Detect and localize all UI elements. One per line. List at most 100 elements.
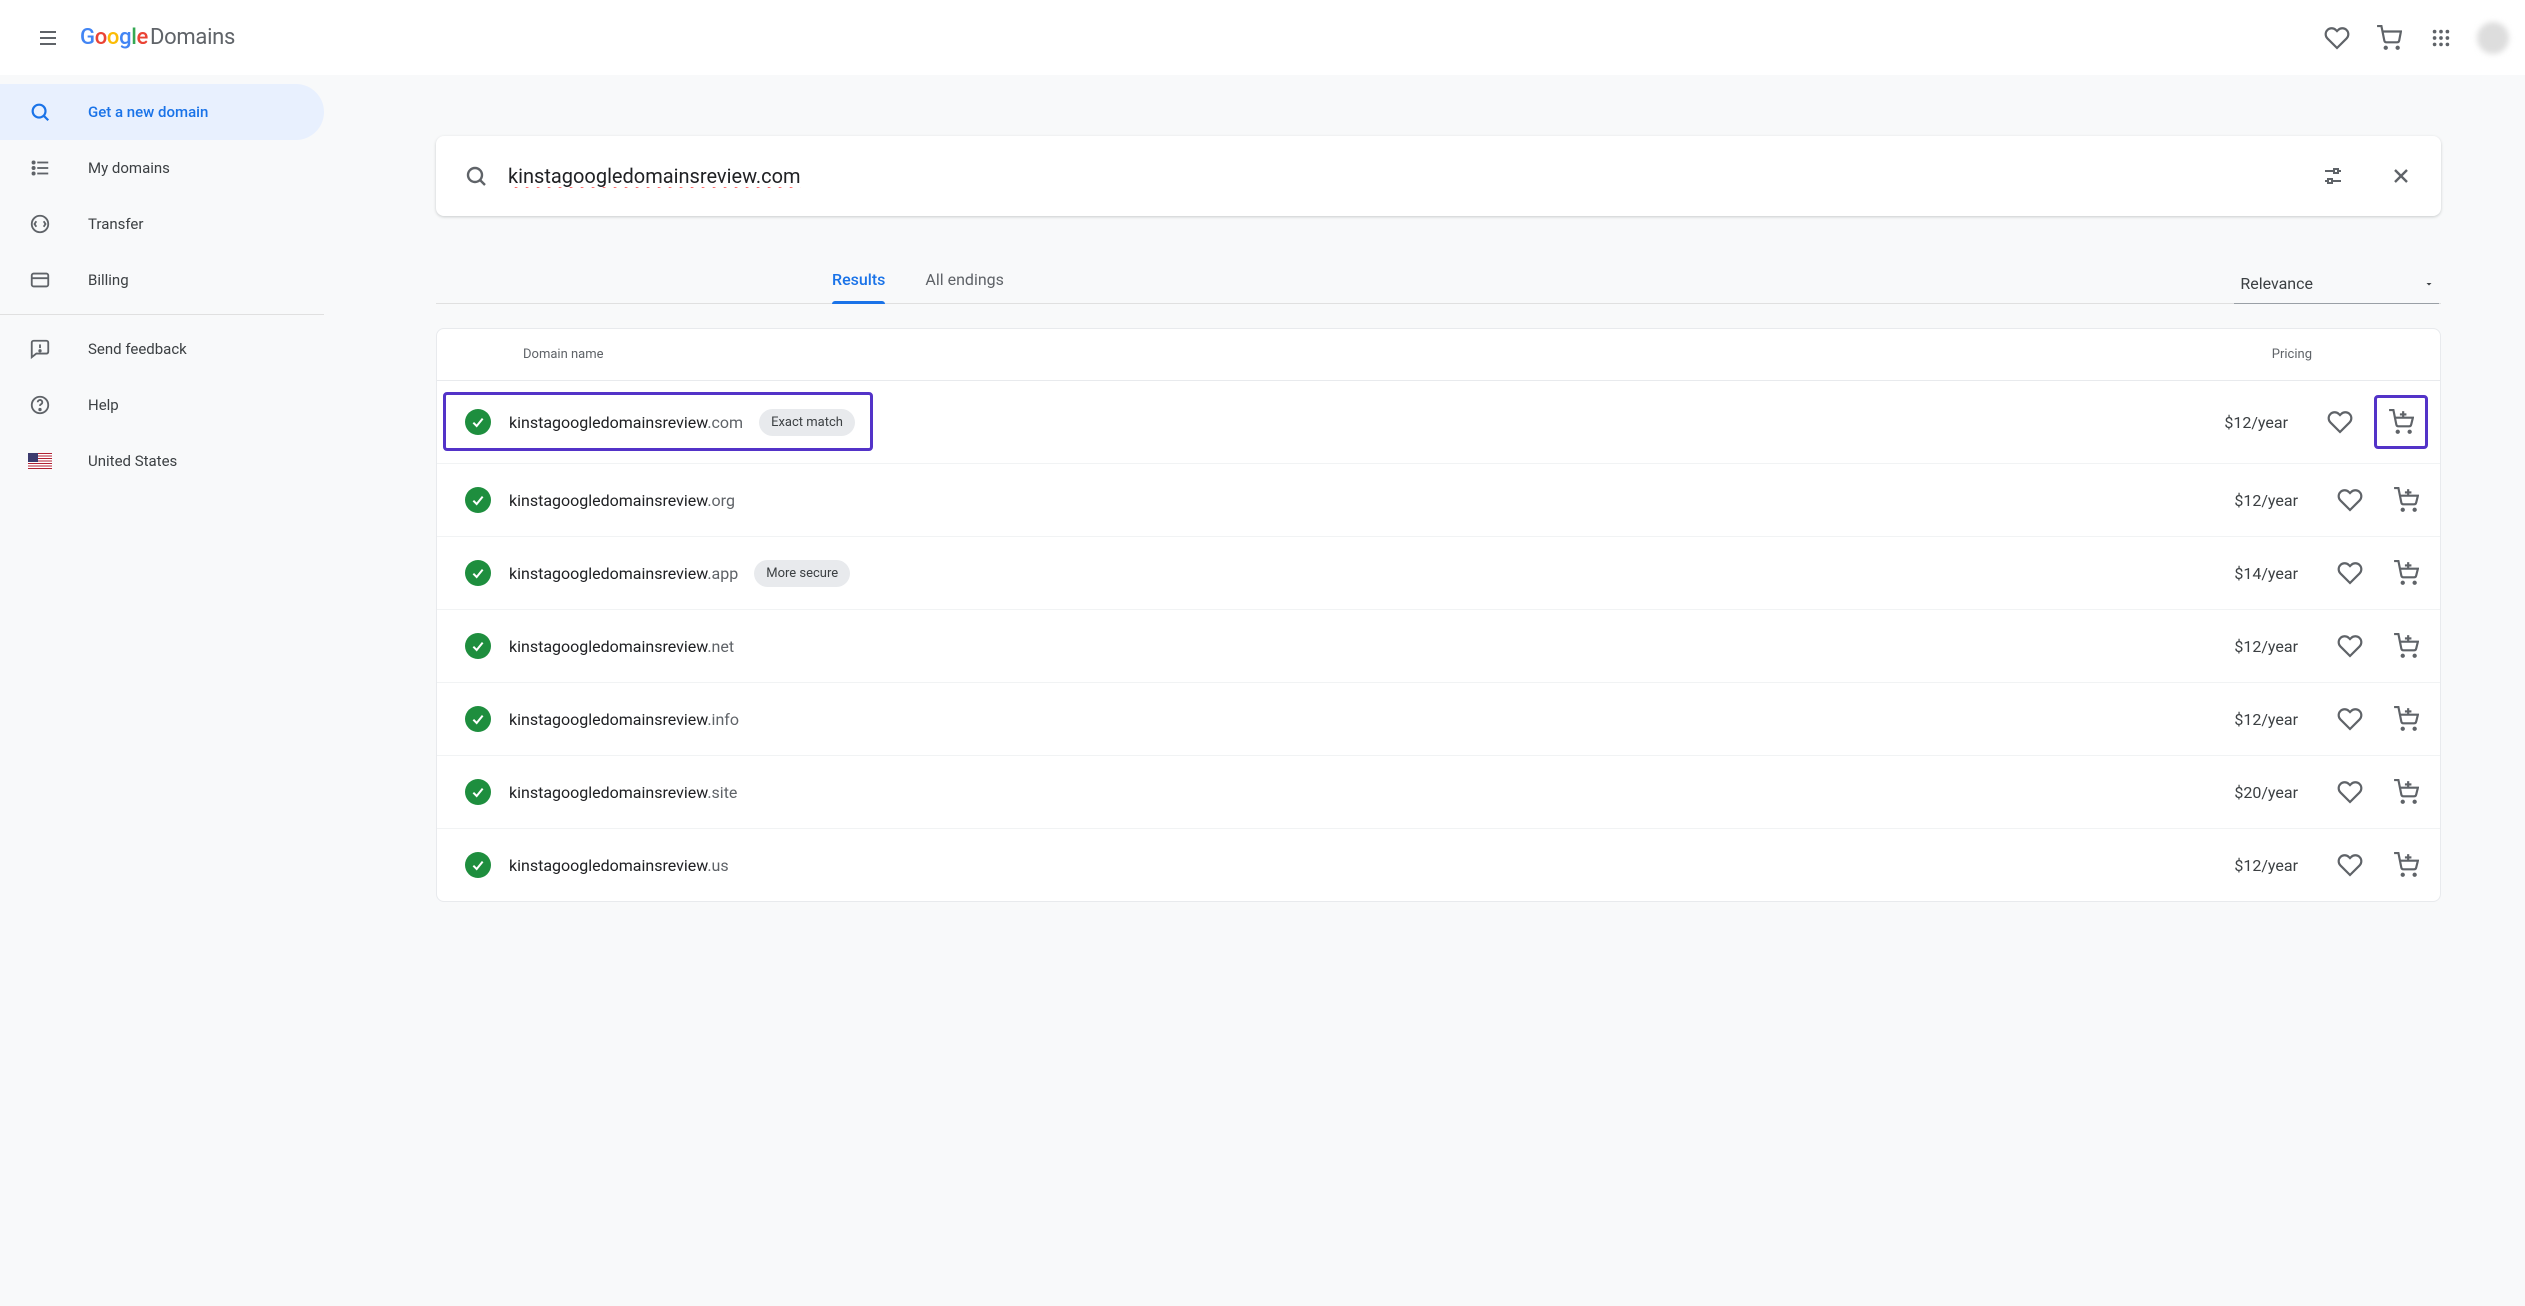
domain-name: kinstagoogledomainsreview.net (509, 637, 734, 656)
filter-button[interactable] (2309, 152, 2357, 200)
add-to-cart-button[interactable] (2384, 551, 2428, 595)
account-avatar[interactable] (2477, 22, 2509, 54)
add-to-cart-button[interactable] (2384, 478, 2428, 522)
add-to-cart-button[interactable] (2384, 770, 2428, 814)
domain-name: kinstagoogledomainsreview.site (509, 783, 737, 802)
result-row[interactable]: kinstagoogledomainsreview.net$12/year (437, 610, 2440, 683)
favorite-button[interactable] (2328, 770, 2372, 814)
favorite-button[interactable] (2328, 697, 2372, 741)
logo[interactable]: Google Domains (80, 25, 235, 50)
add-to-cart-button[interactable] (2384, 697, 2428, 741)
cart-button[interactable] (2365, 14, 2413, 62)
available-check-icon (465, 852, 491, 878)
tab-all-endings[interactable]: All endings (925, 258, 1004, 303)
highlight-box (2374, 395, 2428, 449)
product-name: Domains (150, 25, 235, 50)
favorite-button[interactable] (2328, 551, 2372, 595)
add-to-cart-button[interactable] (2379, 400, 2423, 444)
sort-select[interactable]: Relevance (2234, 268, 2439, 304)
heart-icon (2337, 852, 2363, 878)
price: $20/year (2234, 783, 2298, 802)
sidebar-item-label: Get a new domain (88, 103, 208, 121)
result-row[interactable]: kinstagoogledomainsreview.app More secure… (437, 537, 2440, 610)
flag-icon (28, 453, 52, 469)
add-cart-icon (2393, 487, 2419, 513)
add-cart-icon (2388, 409, 2414, 435)
list-icon (28, 157, 52, 179)
more_secure-chip: More secure (754, 560, 850, 587)
sidebar-item-region[interactable]: United States (0, 433, 324, 489)
menu-button[interactable] (24, 14, 72, 62)
exact_match-chip: Exact match (759, 409, 855, 436)
result-row[interactable]: kinstagoogledomainsreview.org$12/year (437, 464, 2440, 537)
domain-name: kinstagoogledomainsreview.info (509, 710, 739, 729)
header: Google Domains (0, 0, 2525, 76)
add-to-cart-button[interactable] (2384, 843, 2428, 887)
cart-icon (2376, 25, 2402, 51)
credit-card-icon (28, 269, 52, 291)
transfer-icon (28, 213, 52, 235)
available-check-icon (465, 560, 491, 586)
tune-icon (2321, 164, 2345, 188)
add-cart-icon (2393, 779, 2419, 805)
clear-search-button[interactable] (2377, 152, 2425, 200)
tab-results[interactable]: Results (832, 258, 885, 303)
result-row[interactable]: kinstagoogledomainsreview.us $12/year (437, 829, 2440, 901)
tabs-row: Results All endings Relevance (436, 258, 2441, 304)
add-to-cart-button[interactable] (2384, 624, 2428, 668)
favorite-button[interactable] (2328, 478, 2372, 522)
sidebar-item-label: My domains (88, 159, 170, 177)
result-row[interactable]: kinstagoogledomainsreview.info $12/year (437, 683, 2440, 756)
price: $14/year (2234, 564, 2298, 583)
available-check-icon (465, 487, 491, 513)
favorite-button[interactable] (2328, 624, 2372, 668)
help-icon (28, 394, 52, 416)
add-cart-icon (2393, 706, 2419, 732)
result-row[interactable]: kinstagoogledomainsreview.site $20/year (437, 756, 2440, 829)
heart-icon (2337, 779, 2363, 805)
price: $12/year (2234, 710, 2298, 729)
domain-name: kinstagoogledomainsreview.com (509, 413, 743, 432)
sidebar: Get a new domain My domains Transfer Bil… (0, 76, 324, 1306)
results-card: Domain name Pricing kinstagoogledomainsr… (436, 328, 2441, 902)
sidebar-item-my-domains[interactable]: My domains (0, 140, 324, 196)
available-check-icon (465, 409, 491, 435)
search-icon (464, 164, 488, 188)
sidebar-item-label: Billing (88, 271, 129, 289)
sidebar-item-help[interactable]: Help (0, 377, 324, 433)
heart-icon (2337, 487, 2363, 513)
sidebar-item-label: United States (88, 452, 177, 470)
results-header: Domain name Pricing (437, 329, 2440, 381)
chevron-down-icon (2423, 278, 2435, 290)
domain-name: kinstagoogledomainsreview.app (509, 564, 738, 583)
domain-search-input[interactable] (508, 164, 2289, 188)
apps-button[interactable] (2417, 14, 2465, 62)
sidebar-item-label: Help (88, 396, 119, 414)
sort-label: Relevance (2240, 274, 2313, 293)
close-icon (2389, 164, 2413, 188)
column-domain: Domain name (523, 347, 604, 362)
price: $12/year (2234, 856, 2298, 875)
heart-icon (2337, 560, 2363, 586)
favorites-button[interactable] (2313, 14, 2361, 62)
favorite-button[interactable] (2318, 400, 2362, 444)
sidebar-item-transfer[interactable]: Transfer (0, 196, 324, 252)
price: $12/year (2224, 413, 2288, 432)
sidebar-item-get-new-domain[interactable]: Get a new domain (0, 84, 324, 140)
available-check-icon (465, 633, 491, 659)
add-cart-icon (2393, 633, 2419, 659)
domain-name: kinstagoogledomainsreview.us (509, 856, 729, 875)
search-icon (28, 101, 52, 123)
available-check-icon (465, 706, 491, 732)
heart-icon (2337, 633, 2363, 659)
domain-name: kinstagoogledomainsreview.org (509, 491, 735, 510)
favorite-button[interactable] (2328, 843, 2372, 887)
sidebar-item-billing[interactable]: Billing (0, 252, 324, 308)
sidebar-item-label: Transfer (88, 215, 143, 233)
hamburger-icon (36, 26, 60, 50)
sidebar-item-feedback[interactable]: Send feedback (0, 321, 324, 377)
result-row[interactable]: kinstagoogledomainsreview.com Exact match… (437, 381, 2440, 464)
heart-icon (2324, 25, 2350, 51)
main-content: Results All endings Relevance Domain nam… (324, 76, 2525, 1306)
add-cart-icon (2393, 852, 2419, 878)
